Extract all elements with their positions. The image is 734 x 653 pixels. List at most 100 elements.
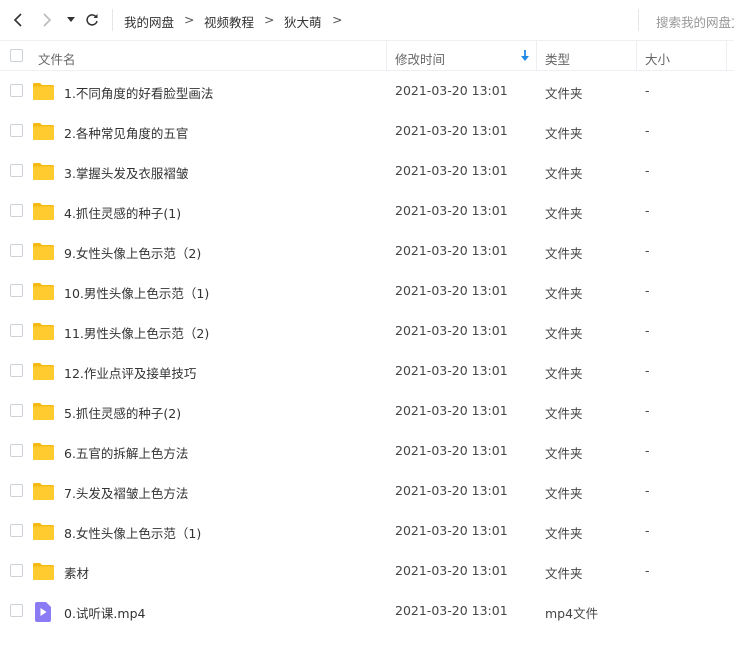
folder-icon bbox=[33, 202, 54, 223]
row-checkbox[interactable] bbox=[10, 324, 23, 337]
file-name[interactable]: 4.抓住灵感的种子(1) bbox=[64, 203, 181, 222]
file-size: - bbox=[645, 123, 650, 138]
modified-time: 2021-03-20 13:01 bbox=[395, 283, 508, 298]
folder-icon bbox=[33, 242, 54, 263]
row-checkbox[interactable] bbox=[10, 204, 23, 217]
column-divider bbox=[726, 41, 727, 71]
file-type: 文件夹 bbox=[545, 446, 583, 461]
breadcrumb-separator: > bbox=[264, 12, 275, 27]
file-size: - bbox=[645, 563, 650, 578]
file-row[interactable]: 素材 2021-03-20 13:01 文件夹 - bbox=[0, 551, 734, 591]
file-type: 文件夹 bbox=[545, 166, 583, 181]
file-name[interactable]: 0.试听课.mp4 bbox=[64, 603, 145, 622]
file-type: 文件夹 bbox=[545, 406, 583, 421]
file-size: - bbox=[645, 283, 650, 298]
file-name[interactable]: 素材 bbox=[64, 563, 89, 582]
row-checkbox[interactable] bbox=[10, 604, 23, 617]
folder-icon bbox=[33, 82, 54, 103]
column-mtime-header[interactable]: 修改时间 bbox=[395, 49, 445, 68]
folder-icon bbox=[33, 482, 54, 503]
file-row[interactable]: 10.男性头像上色示范（1) 2021-03-20 13:01 文件夹 - bbox=[0, 271, 734, 311]
row-checkbox[interactable] bbox=[10, 284, 23, 297]
chevron-left-icon bbox=[13, 13, 22, 27]
modified-time: 2021-03-20 13:01 bbox=[395, 603, 508, 618]
file-list: 1.不同角度的好看脸型画法 2021-03-20 13:01 文件夹 -2.各种常见角… bbox=[0, 71, 734, 631]
file-name[interactable]: 1.不同角度的好看脸型画法 bbox=[64, 83, 213, 102]
row-checkbox[interactable] bbox=[10, 444, 23, 457]
modified-time: 2021-03-20 13:01 bbox=[395, 203, 508, 218]
row-checkbox[interactable] bbox=[10, 564, 23, 577]
row-checkbox[interactable] bbox=[10, 524, 23, 537]
breadcrumb-separator: > bbox=[184, 12, 195, 27]
file-row[interactable]: 3.掌握头发及衣服褶皱 2021-03-20 13:01 文件夹 - bbox=[0, 151, 734, 191]
row-checkbox[interactable] bbox=[10, 164, 23, 177]
chevron-right-icon bbox=[43, 13, 52, 27]
file-name[interactable]: 5.抓住灵感的种子(2) bbox=[64, 403, 181, 422]
toolbar: 我的网盘 > 视频教程 > 狄大萌 > 搜索我的网盘文件 bbox=[0, 0, 734, 40]
file-name[interactable]: 9.女性头像上色示范（2) bbox=[64, 243, 201, 262]
search-input[interactable]: 搜索我的网盘文件 bbox=[656, 12, 734, 31]
file-type: 文件夹 bbox=[545, 286, 583, 301]
file-name[interactable]: 11.男性头像上色示范（2) bbox=[64, 323, 209, 342]
row-checkbox[interactable] bbox=[10, 244, 23, 257]
file-row[interactable]: 5.抓住灵感的种子(2) 2021-03-20 13:01 文件夹 - bbox=[0, 391, 734, 431]
caret-down-icon bbox=[67, 17, 75, 22]
file-size: - bbox=[645, 363, 650, 378]
column-divider bbox=[536, 41, 537, 71]
column-type-header[interactable]: 类型 bbox=[545, 49, 570, 68]
file-row[interactable]: 7.头发及褶皱上色方法 2021-03-20 13:01 文件夹 - bbox=[0, 471, 734, 511]
file-row[interactable]: 8.女性头像上色示范（1) 2021-03-20 13:01 文件夹 - bbox=[0, 511, 734, 551]
modified-time: 2021-03-20 13:01 bbox=[395, 483, 508, 498]
file-row[interactable]: 2.各种常见角度的五官 2021-03-20 13:01 文件夹 - bbox=[0, 111, 734, 151]
file-row[interactable]: 4.抓住灵感的种子(1) 2021-03-20 13:01 文件夹 - bbox=[0, 191, 734, 231]
column-size-header[interactable]: 大小 bbox=[645, 49, 670, 68]
file-type: 文件夹 bbox=[545, 246, 583, 261]
breadcrumb-separator: > bbox=[332, 12, 343, 27]
file-size: - bbox=[645, 443, 650, 458]
file-name[interactable]: 10.男性头像上色示范（1) bbox=[64, 283, 209, 302]
row-checkbox[interactable] bbox=[10, 364, 23, 377]
file-name[interactable]: 3.掌握头发及衣服褶皱 bbox=[64, 163, 188, 182]
file-type: 文件夹 bbox=[545, 366, 583, 381]
file-row[interactable]: 1.不同角度的好看脸型画法 2021-03-20 13:01 文件夹 - bbox=[0, 71, 734, 111]
refresh-button[interactable] bbox=[82, 9, 102, 31]
file-size: - bbox=[645, 403, 650, 418]
breadcrumb-item-root[interactable]: 我的网盘 bbox=[124, 12, 174, 31]
folder-icon bbox=[33, 322, 54, 343]
row-checkbox[interactable] bbox=[10, 404, 23, 417]
file-name[interactable]: 6.五官的拆解上色方法 bbox=[64, 443, 188, 462]
column-divider bbox=[636, 41, 637, 71]
select-all-checkbox[interactable] bbox=[10, 49, 23, 62]
file-size: - bbox=[645, 163, 650, 178]
row-checkbox[interactable] bbox=[10, 84, 23, 97]
modified-time: 2021-03-20 13:01 bbox=[395, 163, 508, 178]
modified-time: 2021-03-20 13:01 bbox=[395, 563, 508, 578]
folder-icon bbox=[33, 362, 54, 383]
row-checkbox[interactable] bbox=[10, 484, 23, 497]
file-row[interactable]: 9.女性头像上色示范（2) 2021-03-20 13:01 文件夹 - bbox=[0, 231, 734, 271]
column-name-header[interactable]: 文件名 bbox=[38, 49, 76, 68]
modified-time: 2021-03-20 13:01 bbox=[395, 123, 508, 138]
modified-time: 2021-03-20 13:01 bbox=[395, 363, 508, 378]
file-name[interactable]: 2.各种常见角度的五官 bbox=[64, 123, 188, 142]
folder-icon bbox=[33, 402, 54, 423]
file-size: - bbox=[645, 243, 650, 258]
file-type: 文件夹 bbox=[545, 86, 583, 101]
breadcrumb-item-current[interactable]: 狄大萌 bbox=[284, 12, 322, 31]
file-name[interactable]: 12.作业点评及接单技巧 bbox=[64, 363, 196, 382]
file-row[interactable]: 11.男性头像上色示范（2) 2021-03-20 13:01 文件夹 - bbox=[0, 311, 734, 351]
file-row[interactable]: 6.五官的拆解上色方法 2021-03-20 13:01 文件夹 - bbox=[0, 431, 734, 471]
row-checkbox[interactable] bbox=[10, 124, 23, 137]
history-dropdown[interactable] bbox=[63, 9, 79, 31]
file-size: - bbox=[645, 203, 650, 218]
file-row[interactable]: 12.作业点评及接单技巧 2021-03-20 13:01 文件夹 - bbox=[0, 351, 734, 391]
column-header: 文件名 修改时间 类型 大小 bbox=[0, 40, 734, 71]
back-button[interactable] bbox=[8, 9, 28, 31]
folder-icon bbox=[33, 122, 54, 143]
file-name[interactable]: 8.女性头像上色示范（1) bbox=[64, 523, 201, 542]
breadcrumb-item-videos[interactable]: 视频教程 bbox=[204, 12, 254, 31]
file-row[interactable]: 0.试听课.mp4 2021-03-20 13:01 mp4文件 bbox=[0, 591, 734, 631]
forward-button[interactable] bbox=[37, 9, 57, 31]
folder-icon bbox=[33, 162, 54, 183]
file-name[interactable]: 7.头发及褶皱上色方法 bbox=[64, 483, 188, 502]
